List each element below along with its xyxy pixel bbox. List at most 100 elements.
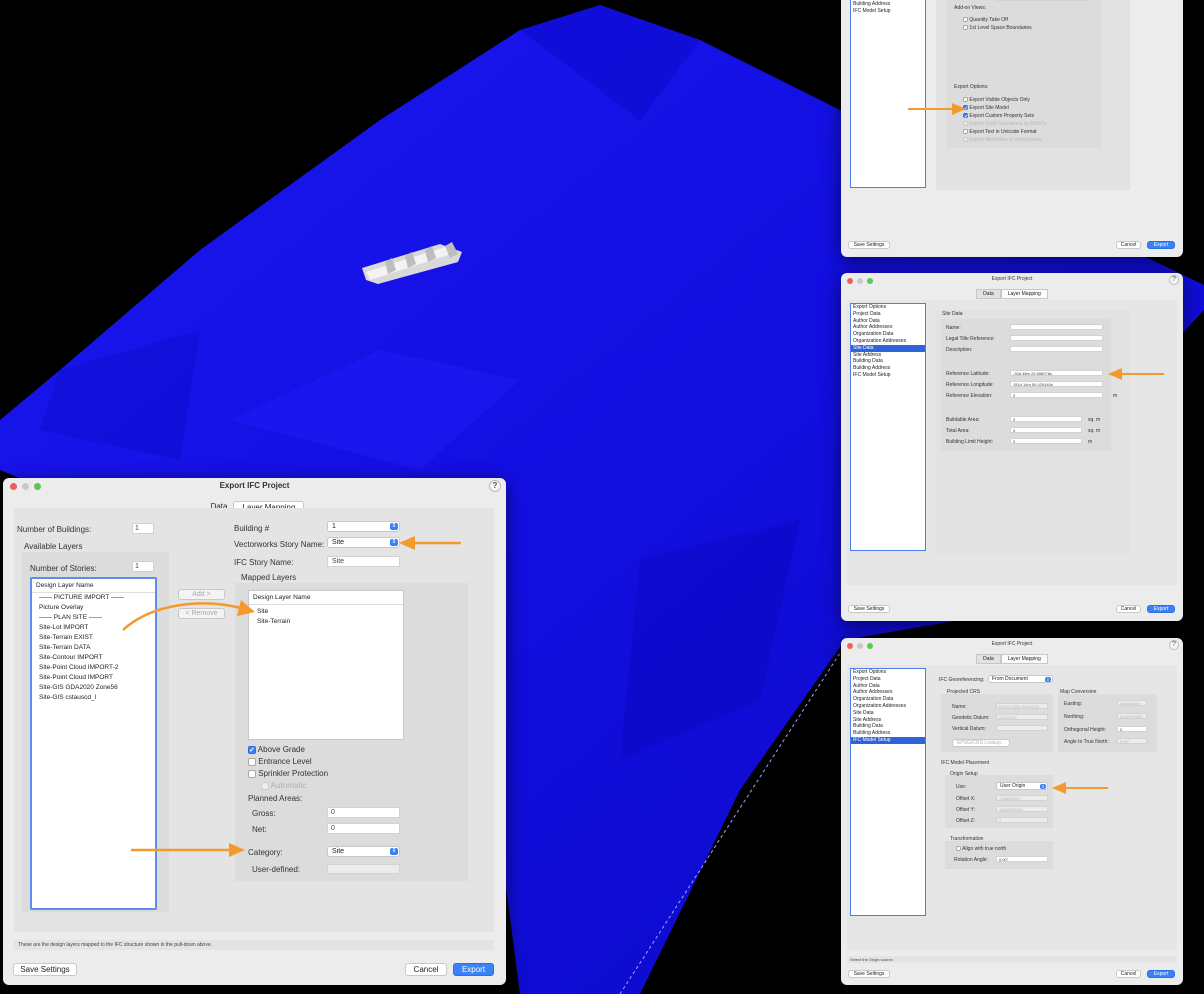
export-button[interactable]: Export [1147, 241, 1175, 249]
orthogonal-height-field[interactable]: 0 [1117, 726, 1147, 732]
list-item[interactable]: Site-Contour IMPORT [37, 653, 155, 663]
total-area-field[interactable]: 0 [1010, 427, 1082, 433]
export-button[interactable]: Export [1147, 970, 1175, 978]
save-settings-button[interactable]: Save Settings [848, 970, 890, 978]
sidebar-item[interactable]: Export Options [851, 304, 925, 311]
export-option-checkbox[interactable]: Export Custom Property Sets [963, 112, 1046, 121]
sidebar-item[interactable]: Export Options [851, 669, 925, 676]
sprinkler-checkbox[interactable]: Sprinkler Protection [248, 769, 328, 778]
save-settings-button[interactable]: Save Settings [848, 605, 890, 613]
sidebar-item[interactable]: Site Address [851, 717, 925, 724]
num-stories-field[interactable]: 1 [132, 561, 154, 572]
tab-data[interactable]: Data [976, 654, 1001, 664]
sidebar-item[interactable]: Building Address [851, 730, 925, 737]
limit-height-field[interactable]: 0 [1010, 438, 1082, 444]
mvd-field[interactable] [996, 0, 1088, 1]
zoom-window-icon[interactable] [34, 483, 41, 490]
name-field[interactable] [1010, 324, 1103, 330]
export-button[interactable]: Export [1147, 605, 1175, 613]
dialog-titlebar[interactable]: Export IFC Project ? [3, 478, 506, 493]
list-item[interactable]: Site-Terrain DATA [37, 643, 155, 653]
list-item[interactable]: Site-Point Cloud IMPORT [37, 673, 155, 683]
num-stories-label: Number of Stories: [30, 564, 97, 573]
ref-elevation-field[interactable]: 0 [1010, 392, 1103, 398]
sidebar-item[interactable]: Project Data [851, 676, 925, 683]
sidebar-item-building-address[interactable]: Building Address [851, 1, 925, 8]
tab-layer-mapping[interactable]: Layer Mapping [1000, 654, 1048, 664]
sidebar-item[interactable]: Author Data [851, 318, 925, 325]
description-field[interactable] [1010, 346, 1103, 352]
sidebar-item[interactable]: Organization Data [851, 696, 925, 703]
list-item[interactable]: Site-GIS cstauscd_l [37, 693, 155, 703]
sidebar-item[interactable]: Site Address [851, 352, 925, 359]
tab-layer-mapping[interactable]: Layer Mapping [1000, 289, 1048, 299]
close-window-icon[interactable] [10, 483, 17, 490]
sidebar-item[interactable]: Organization Addresses [851, 703, 925, 710]
building-number-popup[interactable]: 1 ⇕ [327, 521, 400, 532]
mapped-layers-list[interactable]: Design Layer Name Site Site-Terrain [248, 590, 404, 740]
cancel-button[interactable]: Cancel [1116, 241, 1141, 249]
cancel-button[interactable]: Cancel [405, 963, 447, 976]
sidebar-item[interactable]: Building Data [851, 358, 925, 365]
ref-latitude-field[interactable]: -33d 48m 20.658076s [1010, 370, 1103, 376]
dialog-titlebar[interactable]: Export IFC Project ? [841, 273, 1183, 285]
tab-data[interactable]: Data [976, 289, 1001, 299]
zoom-window-icon[interactable] [867, 643, 873, 649]
export-button[interactable]: Export [453, 963, 494, 976]
sidebar-item[interactable]: Author Addresses [851, 689, 925, 696]
georeferencing-popup[interactable]: From Document ⇕ [988, 675, 1053, 683]
export-option-checkbox[interactable]: Export Site Model [963, 104, 1046, 113]
zoom-window-icon[interactable] [867, 278, 873, 284]
sidebar-item-ifc-model-setup[interactable]: IFC Model Setup [851, 8, 925, 15]
dialog-titlebar[interactable]: Export IFC Project ? [841, 638, 1183, 650]
help-icon[interactable]: ? [1169, 640, 1179, 650]
sidebar-item[interactable]: Organization Data [851, 331, 925, 338]
close-window-icon[interactable] [847, 643, 853, 649]
list-item[interactable]: Site-Terrain EXIST [37, 633, 155, 643]
export-option-checkbox[interactable]: Export Text in Unicode Format [963, 128, 1046, 136]
list-item[interactable]: Site-Point Cloud IMPORT-2 [37, 663, 155, 673]
addon-quantity-takeoff[interactable]: Quantity Take Off [963, 17, 1008, 23]
sidebar-item[interactable]: Project Data [851, 311, 925, 318]
sidebar-item[interactable]: Site Data [851, 344, 925, 352]
export-option-label: Export Site Model [969, 105, 1009, 111]
help-icon[interactable]: ? [1169, 275, 1179, 285]
cancel-button[interactable]: Cancel [1116, 970, 1141, 978]
close-window-icon[interactable] [847, 278, 853, 284]
origin-use-popup[interactable]: User Origin ⇕ [996, 782, 1048, 790]
align-true-north-checkbox[interactable]: Align with true north [956, 846, 1006, 852]
sidebar-item[interactable]: Site Data [851, 710, 925, 717]
above-grade-checkbox[interactable]: Above Grade [248, 745, 305, 754]
list-item[interactable]: Site [255, 607, 403, 617]
sidebar-item[interactable]: Building Data [851, 723, 925, 730]
sidebar-item[interactable]: Building Address [851, 365, 925, 372]
list-item[interactable]: Site-GIS GDA2020 Zone56 [37, 683, 155, 693]
minimize-window-icon[interactable] [857, 278, 863, 284]
ifc-story-field[interactable]: Site [327, 556, 400, 567]
cancel-button[interactable]: Cancel [1116, 605, 1141, 613]
sidebar-item[interactable]: Organization Addresses [851, 338, 925, 345]
ref-longitude-field[interactable]: 151d 14m 59.425440s [1010, 381, 1103, 387]
minimize-window-icon[interactable] [857, 643, 863, 649]
num-buildings-field[interactable]: 1 [132, 523, 154, 534]
vw-story-popup[interactable]: Site ⇕ [327, 537, 400, 548]
sidebar-item[interactable]: IFC Model Setup [851, 372, 925, 379]
entrance-level-checkbox[interactable]: Entrance Level [248, 757, 312, 766]
net-field[interactable]: 0 [327, 823, 400, 834]
help-icon[interactable]: ? [489, 480, 501, 492]
sidebar-item[interactable]: Author Data [851, 683, 925, 690]
legal-title-field[interactable] [1010, 335, 1103, 341]
buildable-area-field[interactable]: 0 [1010, 416, 1082, 422]
save-settings-button[interactable]: Save Settings [13, 963, 77, 976]
category-popup[interactable]: Site ⇕ [327, 846, 400, 857]
export-option-checkbox[interactable]: Export Visible Objects Only [963, 96, 1046, 104]
list-item[interactable]: Site-Terrain [255, 617, 403, 627]
save-settings-button[interactable]: Save Settings [848, 241, 890, 249]
minimize-window-icon[interactable] [22, 483, 29, 490]
sidebar-item[interactable]: Author Addresses [851, 324, 925, 331]
sidebar-item[interactable]: IFC Model Setup [851, 736, 925, 744]
addon-space-boundaries[interactable]: 1st Level Space Boundaries [963, 25, 1032, 31]
gross-field[interactable]: 0 [327, 807, 400, 818]
rotation-angle-label: Rotation Angle: [954, 857, 988, 863]
rotation-angle-field[interactable]: 0.00° [996, 856, 1048, 862]
